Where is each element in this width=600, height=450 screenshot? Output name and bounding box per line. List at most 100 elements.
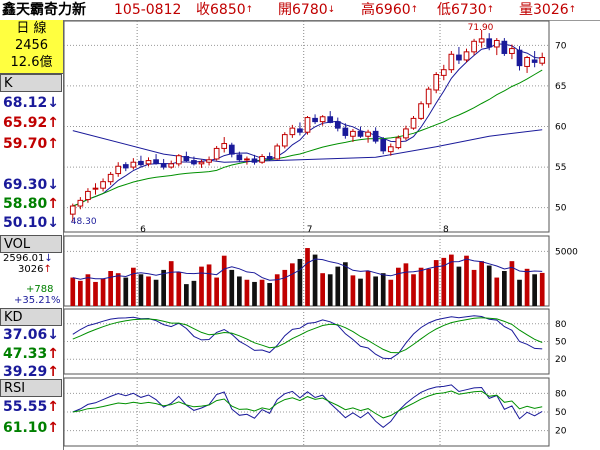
candle-body	[175, 155, 182, 165]
k-line	[72, 315, 543, 360]
price-tick-label: 50	[555, 204, 567, 214]
volume-bar	[146, 276, 151, 306]
candle-body	[251, 158, 258, 163]
candle-body	[266, 156, 273, 160]
volume-bar	[115, 273, 121, 306]
volume-bar	[502, 271, 507, 306]
volume-bar	[494, 277, 500, 306]
volume-bar	[464, 255, 469, 306]
volume-tick-label: 5000	[555, 247, 578, 257]
candle-body	[145, 160, 152, 165]
candle-body	[115, 165, 122, 175]
candle-body	[433, 74, 440, 91]
candle-body	[539, 57, 546, 64]
volume-bar	[161, 269, 166, 306]
volume-bar	[327, 274, 333, 306]
candle-body	[365, 131, 371, 137]
volume-bar	[524, 268, 530, 306]
candle-body	[440, 69, 447, 76]
volume-bar	[108, 271, 113, 306]
candle-body	[206, 159, 212, 163]
volume-bar	[237, 276, 242, 306]
candle-body	[319, 116, 326, 123]
candle-body	[312, 117, 318, 123]
volume-bar	[358, 278, 363, 306]
kd-tick-label: 50	[555, 338, 567, 348]
volume-bar	[418, 267, 424, 306]
volume-bar	[100, 278, 106, 306]
price-tick-label: 65	[555, 82, 566, 92]
volume-bar	[214, 277, 219, 306]
candle-body	[327, 116, 334, 123]
high-annotation: 71.90	[468, 23, 494, 33]
volume-bar	[123, 277, 129, 306]
volume-bar	[244, 279, 250, 306]
candle-body	[122, 164, 129, 169]
volume-bar	[168, 261, 174, 306]
candle-body	[334, 121, 341, 129]
candle-body	[501, 40, 508, 54]
volume-bar	[70, 277, 76, 306]
candle-body	[100, 181, 106, 189]
candle-body	[387, 146, 394, 153]
candle-body	[153, 159, 159, 164]
volume-bar	[426, 268, 431, 306]
candle-body	[213, 147, 220, 160]
volume-bar	[335, 266, 341, 306]
rsi10-line	[72, 390, 543, 419]
candle-body	[304, 117, 311, 133]
volume-bar	[206, 264, 212, 306]
candle-body	[107, 173, 114, 183]
volume-bar	[388, 279, 394, 306]
candle-body	[138, 160, 144, 166]
candle-body	[463, 51, 470, 61]
candle-body	[92, 187, 99, 190]
candle-body	[516, 49, 523, 67]
low-annotation: 48.30	[71, 217, 97, 227]
volume-bar	[176, 272, 182, 306]
candle-body	[221, 143, 228, 149]
candle-body	[236, 154, 243, 161]
volume-bar	[343, 262, 348, 306]
volume-bar	[229, 269, 235, 306]
volume-bar	[282, 269, 288, 306]
candle-body	[425, 88, 432, 105]
candle-body	[380, 138, 387, 152]
volume-bar	[305, 248, 310, 306]
kd-tick-label: 80	[555, 320, 567, 330]
volume-bar	[252, 281, 257, 306]
ma20-line	[72, 69, 543, 207]
candle-body	[403, 128, 409, 139]
price-tick-label: 60	[555, 123, 567, 133]
candle-body	[228, 144, 235, 155]
volume-bar	[93, 281, 98, 306]
candle-body	[456, 54, 462, 61]
candle-body	[244, 158, 250, 161]
candle-body	[509, 48, 515, 54]
candle-body	[130, 161, 137, 168]
volume-bar	[312, 254, 318, 306]
volume-bar	[456, 266, 462, 306]
candle-body	[342, 127, 349, 136]
kd-tick-label: 20	[555, 355, 567, 365]
candle-body	[274, 145, 281, 160]
candle-body	[297, 128, 303, 133]
volume-bar	[297, 258, 303, 306]
candle-body	[486, 38, 493, 48]
volume-bar	[532, 274, 537, 306]
candle-body	[448, 53, 455, 71]
candle-body	[493, 39, 500, 48]
candle-body	[191, 160, 197, 165]
volume-bar	[403, 263, 409, 306]
price-tick-label: 70	[555, 41, 567, 51]
stock-chart[interactable]: 6 7 8 50 55 60 65 70 48.30 71.90 5000 20 50 80 20 50 80	[0, 0, 600, 450]
volume-bar	[380, 273, 386, 306]
candle-body	[183, 156, 190, 162]
candle-body	[77, 199, 84, 207]
rsi5-line	[72, 384, 543, 429]
candle-body	[471, 40, 477, 53]
volume-bar	[373, 276, 378, 306]
volume-bar	[365, 271, 371, 306]
volume-bar	[267, 283, 272, 306]
price-tick-label: 55	[555, 163, 566, 173]
